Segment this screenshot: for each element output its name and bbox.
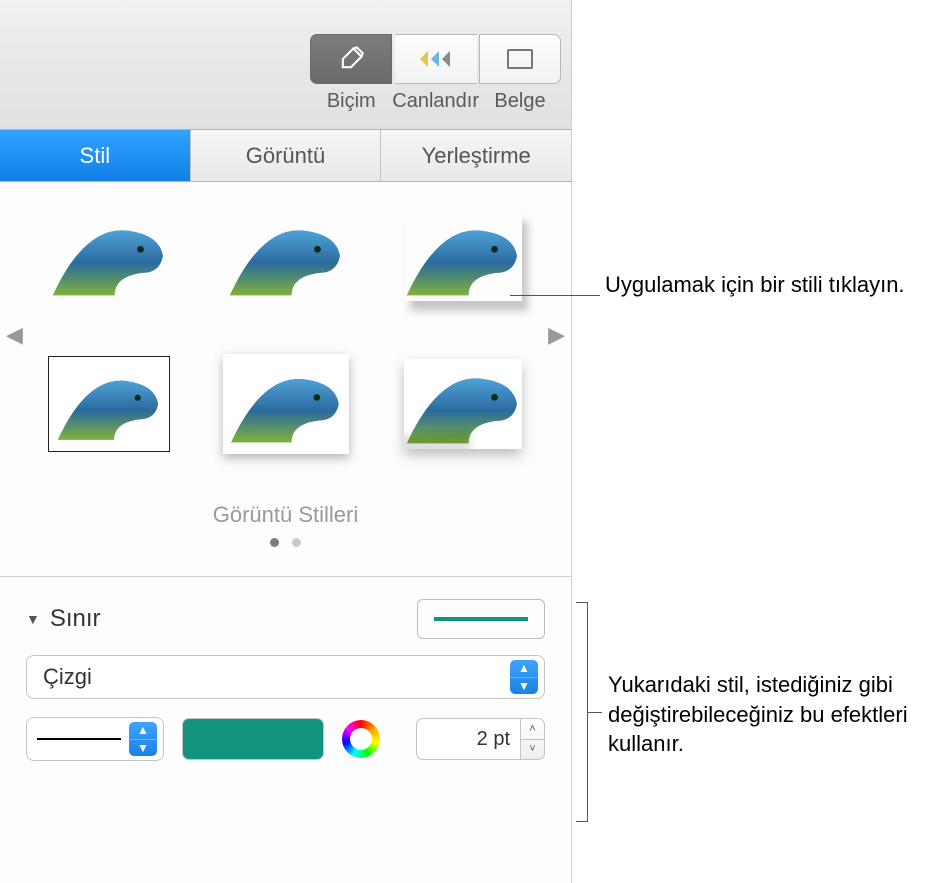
callout-bracket (576, 602, 588, 822)
chevron-down-icon: ˅ (521, 740, 544, 760)
line-style-select[interactable]: ▲▼ (26, 717, 164, 761)
chevron-up-icon: ˄ (521, 719, 544, 740)
inspector-tabs: Stil Görüntü Yerleştirme (0, 130, 571, 182)
style-thumb-polaroid[interactable] (221, 354, 351, 454)
callout-click-style: Uygulamak için bir stili tıklayın. (605, 270, 905, 300)
animate-icon (418, 48, 454, 70)
color-wheel-button[interactable] (342, 720, 380, 758)
callout-leader-2 (588, 712, 602, 713)
callout-leader-1 (510, 295, 600, 296)
styles-caption: Görüntü Stilleri (20, 502, 551, 528)
border-preview-line (434, 617, 528, 621)
style-thumb-curl[interactable] (398, 354, 528, 454)
style-thumb-reflect[interactable] (221, 206, 351, 306)
tab-image[interactable]: Görüntü (191, 130, 382, 181)
brush-icon (337, 45, 365, 73)
styles-prev-icon[interactable]: ◀ (6, 322, 23, 348)
style-thumb-plain[interactable] (44, 206, 174, 306)
styles-pager (20, 534, 551, 552)
border-width-stepper[interactable]: ˄˅ (521, 718, 545, 760)
document-label: Belge (494, 90, 545, 113)
document-icon (506, 48, 534, 70)
tab-arrange[interactable]: Yerleştirme (381, 130, 571, 181)
border-type-value: Çizgi (43, 664, 92, 690)
callout-effects-note: Yukarıdaki stil, istediğiniz gibi değişt… (608, 670, 928, 759)
border-width-field[interactable]: 2 pt (416, 718, 521, 760)
page-dot-2[interactable] (292, 538, 301, 547)
page-dot-1[interactable] (270, 538, 279, 547)
format-label: Biçim (327, 90, 376, 113)
border-title: Sınır (50, 605, 101, 633)
animate-label: Canlandır (392, 90, 479, 113)
select-arrows-icon: ▲▼ (129, 722, 157, 756)
border-preview[interactable] (417, 599, 545, 639)
animate-button[interactable] (395, 34, 477, 84)
border-color-swatch[interactable] (182, 718, 324, 760)
border-type-select[interactable]: Çizgi ▲▼ (26, 655, 545, 699)
disclosure-triangle-icon[interactable]: ▼ (26, 611, 40, 627)
styles-next-icon[interactable]: ▶ (548, 322, 565, 348)
style-thumb-shadow[interactable] (398, 206, 528, 306)
image-styles-section: ◀ ▶ Görüntü Stilleri (0, 182, 571, 577)
style-thumb-frame[interactable] (44, 354, 174, 454)
border-section: ▼ Sınır Çizgi ▲▼ ▲▼ 2 pt ˄˅ (0, 577, 571, 791)
format-button[interactable] (310, 34, 392, 84)
toolbar: Biçim Canlandır Belge (0, 0, 571, 130)
inspector-panel: Biçim Canlandır Belge Stil Görüntü Yerle… (0, 0, 572, 883)
document-button[interactable] (479, 34, 561, 84)
select-arrows-icon: ▲▼ (510, 660, 538, 694)
tab-style[interactable]: Stil (0, 130, 191, 181)
line-style-preview (37, 738, 121, 740)
